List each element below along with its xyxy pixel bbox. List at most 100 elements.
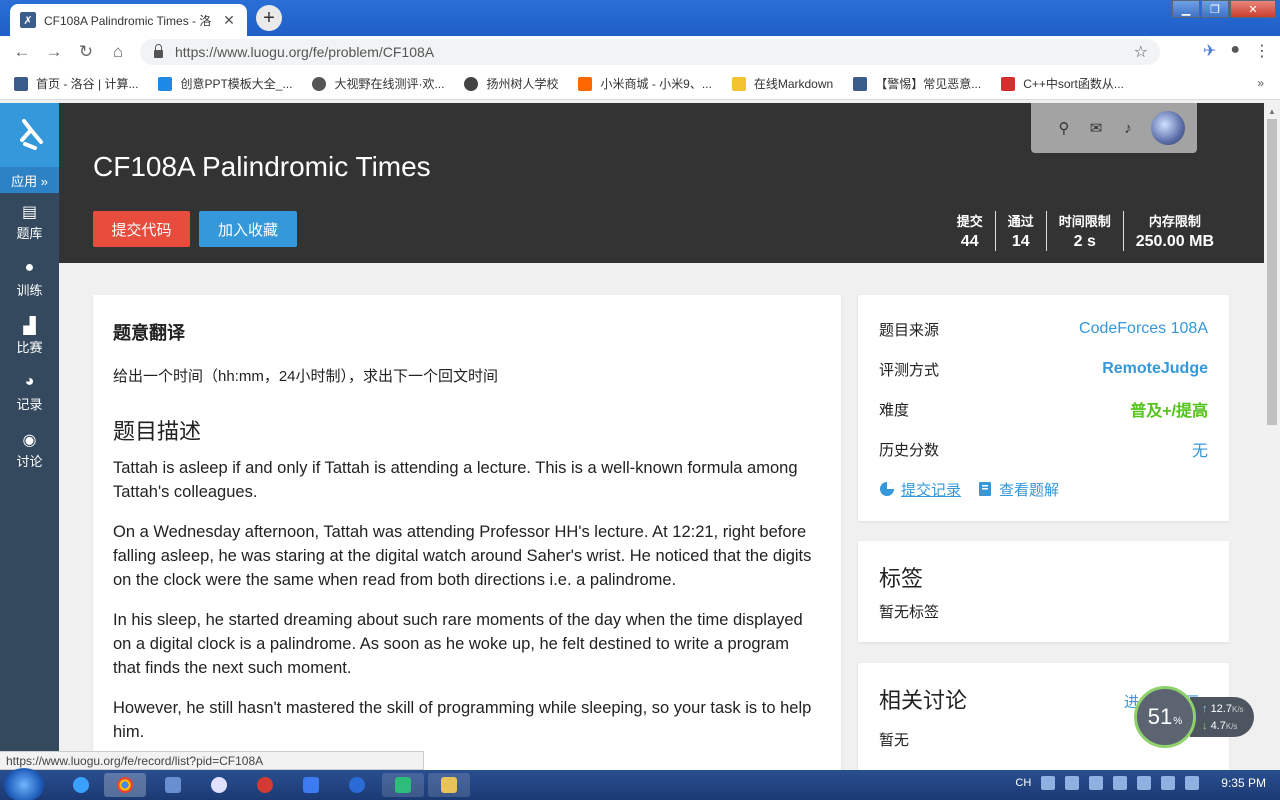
page-scrollbar[interactable]: ▲ [1264, 103, 1280, 770]
bookmark-item[interactable]: 首页 - 洛谷 | 计算... [14, 75, 138, 92]
info-row-judge: 评测方式 RemoteJudge [879, 360, 1208, 379]
luogu-favicon-icon: ✗ [20, 12, 36, 28]
address-bar[interactable]: https://www.luogu.org/fe/problem/CF108A … [140, 39, 1160, 65]
score-value: 无 [1191, 443, 1208, 460]
back-arrow-icon[interactable]: ← [6, 42, 38, 62]
system-tray: CH 9:35 PM [1015, 776, 1270, 790]
problem-info-card: 题目来源 CodeForces 108A 评测方式 RemoteJudge 难度… [858, 295, 1229, 521]
close-tab-icon[interactable]: ✕ [221, 12, 237, 29]
maximize-button[interactable]: ❐ [1201, 0, 1229, 18]
home-icon[interactable]: ⌂ [102, 42, 134, 62]
status-bar-url: https://www.luogu.org/fe/record/list?pid… [0, 751, 424, 770]
tags-card: 标签 暂无标签 [858, 541, 1229, 642]
profile-icon[interactable]: ● [1230, 41, 1240, 61]
luogu-logo-icon [19, 119, 43, 150]
info-row-difficulty: 难度 普及+/提高 [879, 389, 1208, 429]
bookmark-star-icon[interactable]: ☆ [1134, 42, 1148, 62]
notes-icon[interactable] [382, 773, 424, 797]
window-close-button[interactable]: ✕ [1230, 0, 1276, 18]
netease-music-icon[interactable] [244, 773, 286, 797]
sidebar-item-training[interactable]: ● 训练 [0, 250, 59, 307]
submission-records-link[interactable]: 提交记录 [879, 479, 961, 500]
reload-icon[interactable]: ↻ [70, 42, 102, 62]
shield-icon[interactable] [1065, 776, 1080, 790]
book-icon [979, 482, 992, 496]
window-controls: ▁ ❐ ✕ [1171, 0, 1276, 18]
new-tab-button[interactable]: + [256, 5, 282, 31]
scroll-thumb[interactable] [1267, 119, 1277, 425]
forward-arrow-icon[interactable]: → [38, 42, 70, 62]
bookmarks-bar: 首页 - 洛谷 | 计算... 创意PPT模板大全_... 大视野在线测评·欢.… [0, 68, 1280, 100]
power-icon[interactable] [1185, 776, 1200, 790]
csdn-icon [1001, 76, 1016, 91]
user-toolbar: ⚲ ✉ ♪ [1031, 103, 1197, 153]
sidebar-item-records[interactable]: ◕ 记录 [0, 364, 59, 421]
sidebar-item-problems[interactable]: ▤ 题库 [0, 193, 59, 250]
tags-empty-text: 暂无标签 [879, 604, 940, 621]
tab-title: CF108A Palindromic Times - 洛 [44, 13, 212, 28]
description-paragraph: Tattah is asleep if and only if Tattah i… [113, 459, 798, 501]
browser-tab-bar: ✗ CF108A Palindromic Times - 洛 ✕ + ▁ ❐ ✕ [0, 0, 1280, 36]
description-paragraph: However, he still hasn't mastered the sk… [113, 699, 812, 741]
mail-icon[interactable]: ✉ [1087, 119, 1105, 137]
source-link[interactable]: CodeForces 108A [1079, 320, 1208, 338]
view-solutions-link[interactable]: 查看题解 [977, 479, 1059, 500]
sidebar-item-discussions[interactable]: ◉ 讨论 [0, 421, 59, 478]
tray-app-icon[interactable] [1089, 776, 1104, 790]
lock-icon [154, 44, 163, 58]
download-arrow-icon: ↓ [1202, 720, 1208, 732]
search-icon[interactable]: ⚲ [1055, 119, 1073, 137]
volume-icon[interactable] [1161, 776, 1176, 790]
difficulty-value: 普及+/提高 [1130, 403, 1208, 420]
wps-icon[interactable] [336, 773, 378, 797]
comments-icon: ◉ [22, 431, 37, 449]
add-favorite-button[interactable]: 加入收藏 [199, 211, 297, 247]
app-menu-toggle[interactable]: 应用 » [0, 167, 59, 193]
explorer-icon[interactable] [428, 773, 470, 797]
media-icon[interactable] [152, 773, 194, 797]
bookmark-item[interactable]: 在线Markdown [731, 75, 833, 92]
feishu-icon[interactable] [290, 773, 332, 797]
browser-toolbar: ← → ↻ ⌂ https://www.luogu.org/fe/problem… [0, 36, 1280, 68]
chrome-icon[interactable] [104, 773, 146, 797]
luogu-logo[interactable] [0, 103, 59, 167]
avatar[interactable] [1151, 111, 1185, 145]
bookmark-item[interactable]: 小米商城 - 小米9、... [578, 75, 712, 92]
description-paragraph: On a Wednesday afternoon, Tattah was att… [113, 523, 812, 589]
input-language-indicator[interactable]: CH [1015, 777, 1031, 789]
sidebar-item-contests[interactable]: ▟ 比赛 [0, 307, 59, 364]
book-icon: ▤ [21, 203, 38, 221]
extension-icon[interactable]: ✈ [1203, 41, 1216, 61]
bookmark-item[interactable]: 创意PPT模板大全_... [158, 75, 292, 92]
ie-icon[interactable] [60, 773, 102, 797]
bookmark-item[interactable]: 大视野在线测评·欢... [312, 75, 444, 92]
network-icon[interactable] [1137, 776, 1152, 790]
bookmark-item[interactable]: 扬州树人学校 [464, 75, 558, 92]
translation-heading: 题意翻译 [113, 323, 185, 343]
stat-accepted: 通过 14 [994, 211, 1046, 251]
bookmark-item[interactable]: C++中sort函数从... [1001, 75, 1124, 92]
keyboard-icon[interactable] [1041, 776, 1056, 790]
bookmark-favicon-icon [853, 76, 868, 91]
bell-icon[interactable]: ♪ [1119, 120, 1137, 137]
info-links: 提交记录 查看题解 [879, 469, 1208, 509]
bookmark-favicon-icon [14, 76, 28, 91]
scroll-up-icon[interactable]: ▲ [1268, 107, 1276, 116]
judge-type: RemoteJudge [1102, 360, 1208, 377]
bluetooth-icon[interactable] [1113, 776, 1128, 790]
os-taskbar: CH 9:35 PM [0, 768, 1280, 800]
menu-dots-icon[interactable]: ⋮ [1254, 41, 1270, 61]
page-title: CF108A Palindromic Times [93, 151, 431, 182]
app-icon[interactable] [198, 773, 240, 797]
url-text: https://www.luogu.org/fe/problem/CF108A [175, 44, 435, 60]
description-paragraph: In his sleep, he started dreaming about … [113, 611, 803, 677]
start-button[interactable] [4, 768, 44, 800]
browser-tab[interactable]: ✗ CF108A Palindromic Times - 洛 ✕ [10, 4, 247, 36]
submit-code-button[interactable]: 提交代码 [93, 211, 190, 247]
bookmark-item[interactable]: 【警惕】常见恶意... [853, 75, 981, 92]
minimize-button[interactable]: ▁ [1172, 0, 1200, 18]
taskbar-clock[interactable]: 9:35 PM [1221, 776, 1266, 790]
stat-submissions: 提交 44 [956, 214, 983, 250]
network-speed-widget[interactable]: ↑ 12.7K/s ↓ 4.7K/s 51% [1134, 686, 1254, 748]
more-bookmarks-icon[interactable]: » [1257, 76, 1264, 90]
